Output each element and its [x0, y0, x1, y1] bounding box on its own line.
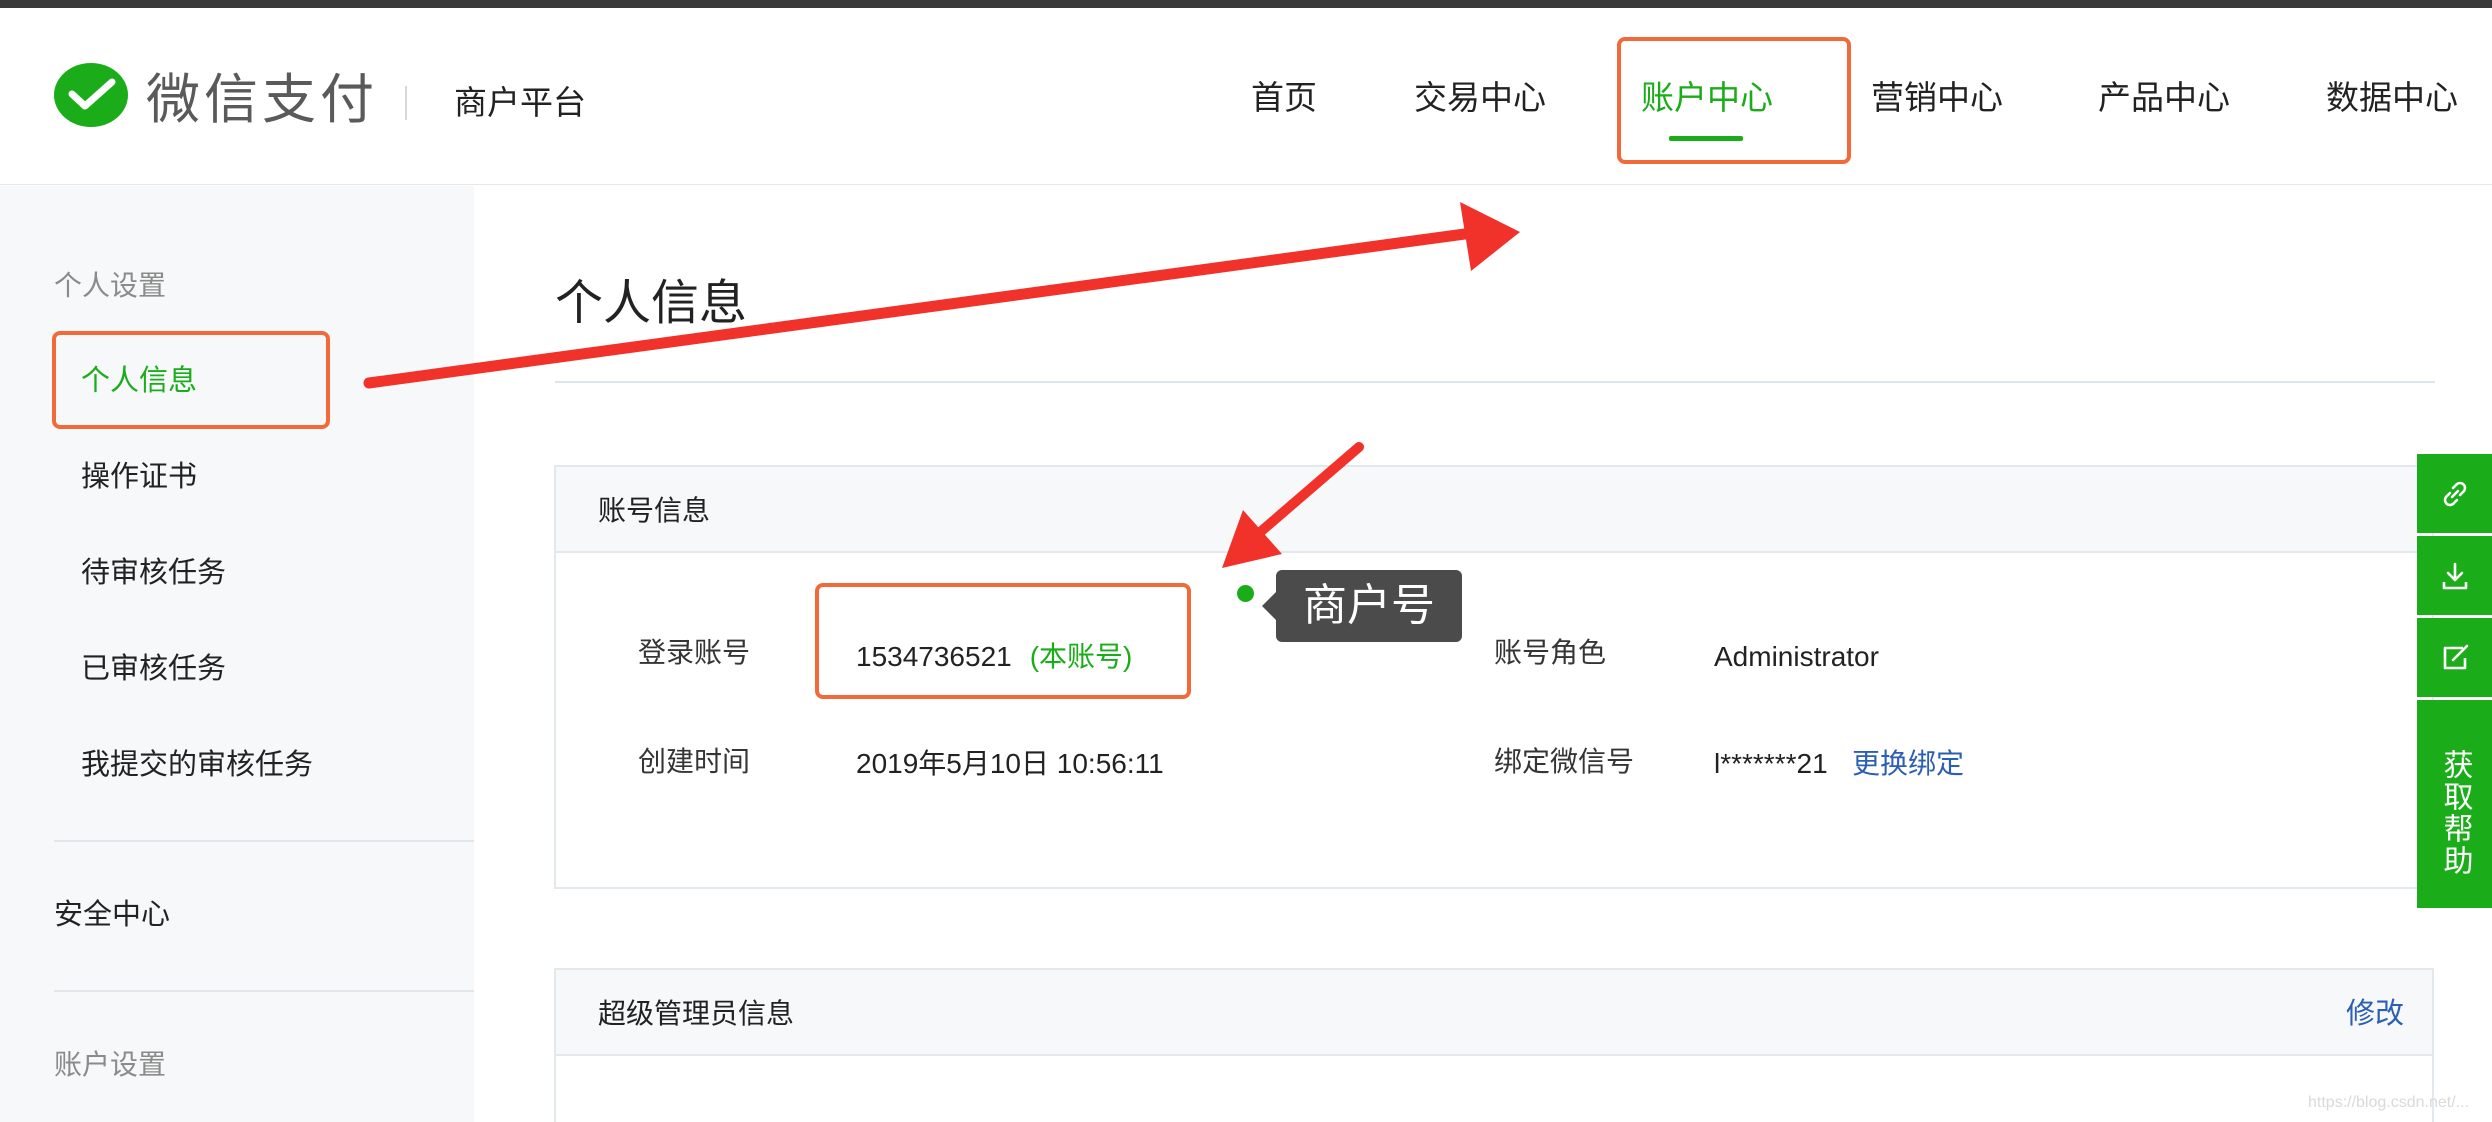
top-header: 微信支付 商户平台 首页 交易中心 账户中心 营销中心 产品中心 数据中心	[0, 8, 2492, 185]
sidebar-item-certificate[interactable]: 操作证书	[81, 457, 197, 497]
platform-name: 商户平台	[454, 84, 586, 121]
get-help-button[interactable]: 获取帮助	[2417, 700, 2492, 908]
highlight-box-merchant-id	[815, 583, 1191, 699]
sidebar-item-pending-tasks[interactable]: 待审核任务	[81, 553, 226, 593]
account-role-value: Administrator	[1714, 641, 1879, 672]
sidebar-divider	[54, 990, 474, 992]
bound-wechat-value: l*******21	[1714, 748, 1828, 779]
merchant-id-tooltip: 商户号	[1276, 570, 1462, 642]
sidebar-group-account: 账户设置	[54, 1049, 167, 1080]
header-divider	[405, 86, 407, 120]
sidebar-item-reviewed-tasks[interactable]: 已审核任务	[81, 649, 226, 689]
bound-wechat-label: 绑定微信号	[1494, 746, 1635, 777]
panel-header: 账号信息	[556, 467, 2432, 553]
link-icon	[2443, 481, 2466, 506]
rebind-wechat-link[interactable]: 更换绑定	[1852, 744, 1964, 784]
edit-icon	[2443, 644, 2468, 669]
edit-admin-link[interactable]: 修改	[2346, 994, 2404, 1034]
watermark: https://blog.csdn.net/...	[2308, 1094, 2469, 1111]
sidebar-divider	[54, 840, 474, 842]
title-divider	[555, 381, 2435, 383]
top-edge-bar	[0, 0, 2492, 8]
feedback-button[interactable]	[2417, 618, 2492, 697]
floating-toolbar: 获取帮助	[2417, 454, 2492, 908]
created-time-value: 2019年5月10日 10:56:11	[856, 748, 1164, 779]
login-account-label: 登录账号	[638, 637, 751, 668]
tooltip-dot	[1237, 585, 1254, 602]
page-title: 个人信息	[555, 277, 748, 330]
tooltip-pointer	[1262, 592, 1276, 620]
nav-data-center[interactable]: 数据中心	[2326, 70, 2458, 126]
panel-header: 超级管理员信息 修改	[556, 970, 2432, 1056]
download-icon	[2442, 562, 2467, 589]
highlight-box-account-center	[1617, 37, 1851, 164]
panel-title: 超级管理员信息	[598, 998, 795, 1029]
sidebar-item-security[interactable]: 安全中心	[54, 895, 170, 935]
download-button[interactable]	[2417, 536, 2492, 615]
super-admin-panel: 超级管理员信息 修改	[554, 968, 2434, 1122]
account-role-label: 账号角色	[1494, 637, 1607, 668]
arrow-to-account-center	[363, 202, 1520, 389]
sidebar: 个人设置 个人信息 操作证书 待审核任务 已审核任务 我提交的审核任务 安全中心…	[0, 186, 474, 1122]
nav-trade-center[interactable]: 交易中心	[1414, 70, 1546, 126]
wechat-pay-logo-icon[interactable]	[52, 60, 130, 138]
nav-marketing-center[interactable]: 营销中心	[1871, 70, 2003, 126]
sidebar-item-my-submitted-tasks[interactable]: 我提交的审核任务	[81, 745, 313, 785]
nav-product-center[interactable]: 产品中心	[2098, 70, 2230, 126]
nav-home[interactable]: 首页	[1251, 70, 1317, 126]
sidebar-group-personal: 个人设置	[54, 270, 167, 301]
link-button[interactable]	[2417, 454, 2492, 533]
highlight-box-personal-info	[52, 331, 330, 429]
created-time-label: 创建时间	[638, 746, 751, 777]
brand-name[interactable]: 微信支付	[146, 60, 378, 140]
panel-title: 账号信息	[598, 495, 711, 526]
